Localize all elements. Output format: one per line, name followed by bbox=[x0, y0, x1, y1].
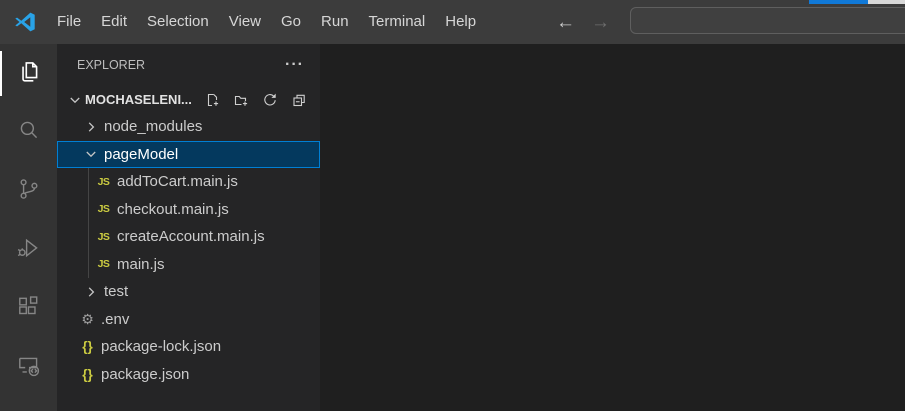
refresh-icon[interactable] bbox=[262, 92, 278, 108]
menu-help[interactable]: Help bbox=[435, 0, 486, 44]
explorer-title: EXPLORER bbox=[77, 58, 146, 72]
activity-bar bbox=[0, 44, 57, 411]
top-progress-strip-blue bbox=[809, 0, 868, 4]
tree-item-createAccount.main.js[interactable]: JS createAccount.main.js bbox=[57, 223, 320, 251]
new-folder-icon[interactable] bbox=[233, 92, 249, 108]
json-icon: {} bbox=[82, 366, 93, 382]
tree-item-node_modules[interactable]: node_modules bbox=[57, 113, 320, 141]
tree-item-addToCart.main.js[interactable]: JS addToCart.main.js bbox=[57, 168, 320, 196]
workspace-section-header[interactable]: MOCHASELENI... bbox=[57, 86, 320, 113]
new-file-icon[interactable] bbox=[204, 92, 220, 108]
source-control-icon bbox=[16, 176, 42, 207]
folder-label: node_modules bbox=[104, 118, 203, 136]
file-label: addToCart.main.js bbox=[117, 173, 238, 191]
more-actions-button[interactable]: ··· bbox=[285, 57, 304, 73]
gear-icon: ⚙ bbox=[81, 310, 94, 327]
remote-explorer-icon bbox=[16, 353, 42, 384]
activity-search[interactable] bbox=[0, 103, 57, 162]
forward-arrow[interactable]: → bbox=[591, 13, 610, 32]
tree-item-.env[interactable]: ⚙ .env bbox=[57, 306, 320, 334]
folder-label: pageModel bbox=[104, 145, 179, 163]
collapse-all-icon[interactable] bbox=[291, 92, 307, 108]
tree-item-package.json[interactable]: {} package.json bbox=[57, 361, 320, 389]
explorer-sidebar: EXPLORER ··· MOCHASELENI... node_modules… bbox=[57, 44, 320, 411]
chevron-down-icon[interactable] bbox=[83, 146, 99, 162]
activity-source-control[interactable] bbox=[0, 162, 57, 221]
json-icon: {} bbox=[82, 339, 93, 355]
command-center-searchbox[interactable] bbox=[630, 7, 905, 34]
file-label: package.json bbox=[101, 365, 190, 383]
tree-item-package-lock.json[interactable]: {} package-lock.json bbox=[57, 333, 320, 361]
tree-item-main.js[interactable]: JS main.js bbox=[57, 251, 320, 279]
sidebar-header: EXPLORER ··· bbox=[57, 44, 320, 86]
activity-explorer[interactable] bbox=[0, 44, 57, 103]
menu-selection[interactable]: Selection bbox=[137, 0, 219, 44]
file-label: .env bbox=[101, 310, 130, 328]
workspace-name: MOCHASELENI... bbox=[85, 92, 192, 107]
search-icon bbox=[16, 117, 42, 148]
file-label: main.js bbox=[117, 255, 165, 273]
menu-edit[interactable]: Edit bbox=[91, 0, 137, 44]
activity-run-and-debug[interactable] bbox=[0, 221, 57, 280]
menu-run[interactable]: Run bbox=[311, 0, 359, 44]
back-arrow[interactable]: ← bbox=[556, 13, 575, 32]
folder-label: test bbox=[104, 283, 129, 301]
menu-terminal[interactable]: Terminal bbox=[359, 0, 436, 44]
menu-go[interactable]: Go bbox=[271, 0, 311, 44]
file-label: checkout.main.js bbox=[117, 200, 229, 218]
history-nav: ← → bbox=[556, 0, 610, 44]
section-actions bbox=[204, 92, 320, 108]
tree-item-checkout.main.js[interactable]: JS checkout.main.js bbox=[57, 196, 320, 224]
run-and-debug-icon bbox=[16, 235, 42, 266]
top-progress-strip-gray bbox=[868, 0, 905, 4]
js-icon: JS bbox=[97, 203, 110, 216]
explorer-icon bbox=[16, 58, 42, 89]
file-label: package-lock.json bbox=[101, 338, 222, 356]
activity-extensions[interactable] bbox=[0, 280, 57, 339]
extensions-icon bbox=[16, 294, 42, 325]
js-icon: JS bbox=[97, 175, 110, 188]
vscode-window: File Edit Selection View Go Run Terminal Help ←… bbox=[0, 0, 905, 411]
vscode-logo bbox=[15, 12, 35, 32]
chevron-right-icon[interactable] bbox=[83, 284, 99, 300]
menu-bar: File Edit Selection View Go Run Terminal Help bbox=[47, 0, 486, 44]
file-tree: node_modules pageModel JS addToCart.main.js… bbox=[57, 113, 320, 388]
chevron-down-icon[interactable] bbox=[67, 92, 83, 108]
editor-area[interactable] bbox=[320, 44, 905, 411]
tree-item-pageModel[interactable]: pageModel bbox=[57, 140, 320, 168]
activity-remote-explorer[interactable] bbox=[0, 339, 57, 398]
js-icon: JS bbox=[97, 258, 110, 271]
menu-view[interactable]: View bbox=[219, 0, 271, 44]
file-label: createAccount.main.js bbox=[117, 228, 265, 246]
title-bar: File Edit Selection View Go Run Terminal Help ←… bbox=[0, 0, 905, 44]
tree-item-test[interactable]: test bbox=[57, 278, 320, 306]
indent-guide bbox=[88, 168, 89, 278]
chevron-right-icon[interactable] bbox=[83, 119, 99, 135]
js-icon: JS bbox=[97, 230, 110, 243]
menu-file[interactable]: File bbox=[47, 0, 91, 44]
